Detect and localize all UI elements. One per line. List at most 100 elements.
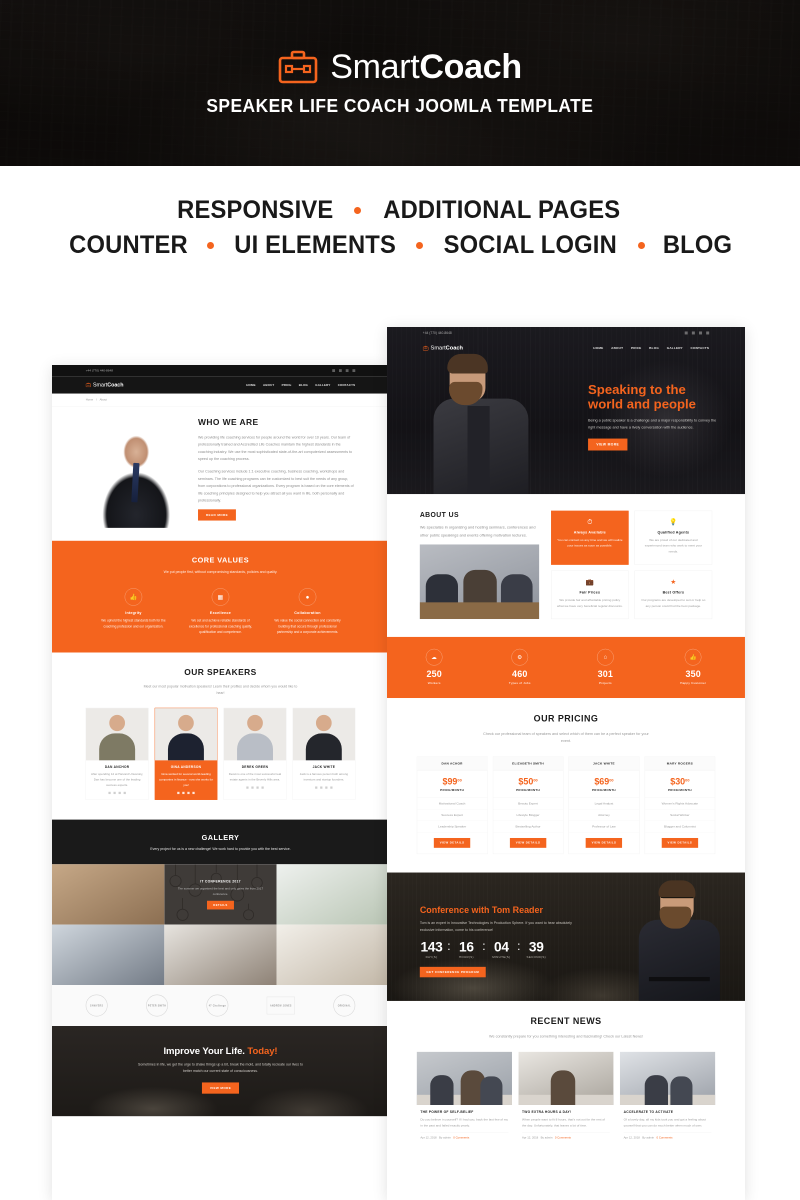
news-card[interactable]: ACCELERATE TO ACTIVATE Of a lovely day, …	[620, 1051, 716, 1143]
about-feature-card-best-offers[interactable]: ★ Best Offers Our programs are developed…	[634, 570, 713, 620]
gallery-item[interactable]	[52, 864, 165, 925]
who-we-are-paragraph-1: We providing life coaching services for …	[198, 434, 353, 462]
topbar-social-links[interactable]	[684, 331, 710, 335]
feature-responsive: RESPONSIVE	[177, 196, 334, 224]
speaker-social-links[interactable]	[228, 786, 282, 789]
nav-item-about[interactable]: ABOUT	[263, 383, 274, 386]
breadcrumb-about: About	[99, 398, 107, 402]
nav-item-contacts[interactable]: CONTACTS	[691, 346, 710, 350]
briefcase-icon	[278, 50, 318, 83]
facebook-icon[interactable]	[684, 331, 688, 335]
news-author: By admin	[439, 1136, 451, 1140]
speaker-card[interactable]: DAN ANCHOR After spending 12 at Harvard …	[85, 707, 149, 801]
nav-item-price[interactable]: PRICE	[631, 346, 641, 350]
counter-value: 350	[685, 669, 701, 679]
cta-view-more-button[interactable]: VIEW MORE	[201, 1082, 239, 1094]
pricing-view-details-button[interactable]: VIEW DETAILS	[585, 837, 623, 848]
briefcase-icon	[422, 345, 429, 351]
read-more-button[interactable]: READ MORE	[198, 509, 236, 521]
speaker-social-links[interactable]	[90, 791, 144, 795]
instagram-icon[interactable]	[352, 369, 356, 373]
topbar-social-links[interactable]	[332, 369, 356, 373]
core-value-text: We set and achieve reliable standards of…	[189, 618, 252, 635]
gallery-details-button[interactable]: DETAILS	[207, 900, 234, 910]
speaker-name: DEREK GREEN	[241, 765, 269, 769]
news-comments[interactable]: 0 Comments	[453, 1136, 469, 1139]
news-comments[interactable]: 0 Comments	[656, 1136, 672, 1139]
pricing-card[interactable]: ELIZABETH SMITH $5000 PRICE/MONTH Beauty…	[492, 756, 564, 854]
pricing-feature: Legal Analyst	[568, 798, 639, 810]
hero-view-more-button[interactable]: VIEW MORE	[588, 438, 628, 451]
breadcrumb-home[interactable]: Home	[86, 398, 93, 401]
google-plus-icon[interactable]	[345, 369, 349, 373]
news-date: Apr 12, 2018	[522, 1136, 539, 1140]
gallery-item[interactable]	[164, 924, 277, 986]
nav-item-gallery[interactable]: GALLERY	[667, 346, 683, 350]
speaker-card[interactable]: DEREK GREEN Derek is one of the most suc…	[223, 707, 287, 801]
speaker-social-links[interactable]	[297, 786, 351, 789]
pricing-card[interactable]: JACK WHITE $6900 PRICE/MONTH Legal Analy…	[568, 756, 640, 854]
preview-screenshot-home-page[interactable]: +44 (770) 440-8648 SmartCoach HOME ABOUT…	[387, 327, 745, 1200]
pricing-card[interactable]: DAN ACHOR $9900 PRICE/MONTH Motivational…	[416, 756, 488, 854]
partners-logos: SAWYERS PETER SMITH 47 Challenge ANDREW …	[52, 985, 389, 1027]
topbar-phone[interactable]: +44 (770) 440-8648	[86, 369, 113, 372]
topbar-phone[interactable]: +44 (770) 440-8648	[423, 331, 452, 335]
speaker-name: GINA ANDERSON	[170, 765, 202, 769]
gallery-item-overlay[interactable]: IT CONFERENCE 2017 The summer we organiz…	[164, 864, 277, 925]
about-feature-card-always-available[interactable]: ⏱ Always Available You can contact us an…	[551, 510, 629, 565]
speaker-social-links[interactable]	[159, 791, 213, 795]
gallery-item[interactable]	[276, 924, 389, 986]
breadcrumb-separator: /	[95, 398, 97, 402]
nav-item-blog[interactable]: BLOG	[649, 346, 659, 350]
google-plus-icon[interactable]	[699, 331, 703, 335]
facebook-icon[interactable]	[332, 369, 336, 373]
counter-label: Happy Customer	[680, 681, 707, 685]
gallery-overlay-text: The summer we organized the best and onl…	[177, 887, 264, 896]
navbar-logo[interactable]: SmartCoach	[85, 382, 124, 388]
navbar-logo[interactable]: SmartCoach	[422, 345, 463, 352]
pricing-view-details-button[interactable]: VIEW DETAILS	[509, 837, 547, 848]
core-values-subtitle: We put people first, without compromisin…	[163, 569, 278, 574]
pricing-view-details-button[interactable]: VIEW DETAILS	[661, 837, 699, 848]
speaker-card[interactable]: GINA ANDERSON Gina worked for several wo…	[154, 707, 218, 801]
pricing-card[interactable]: MARY ROGERS $3000 PRICE/MONTH Women's Ri…	[644, 756, 716, 854]
nav-item-price[interactable]: PRICE	[282, 383, 292, 386]
news-card[interactable]: THE POWER OF SELF-BELIEF Do you believe …	[416, 1051, 512, 1143]
news-title[interactable]: THE POWER OF SELF-BELIEF	[420, 1110, 508, 1114]
nav-item-gallery[interactable]: GALLERY	[315, 383, 330, 386]
nav-item-about[interactable]: ABOUT	[611, 346, 623, 350]
about-feature-card-fair-prices[interactable]: 💼 Fair Prices We provide fair and afford…	[551, 570, 629, 620]
gallery-item[interactable]	[276, 864, 389, 925]
hero-banner: SmartCoach SPEAKER LIFE COACH JOOMLA TEM…	[0, 0, 800, 166]
pricing-view-details-button[interactable]: VIEW DETAILS	[433, 837, 471, 848]
pricing-feature: Success Expert	[417, 809, 488, 821]
counter-workers: ☁ 250 Workers	[425, 648, 443, 685]
countdown-program-button[interactable]: GET CONFERENCE PROGRAM	[419, 966, 486, 978]
nav-item-home[interactable]: HOME	[593, 346, 603, 350]
countdown-text: Tom is an expert in Innovative Technolog…	[419, 920, 572, 932]
nav-item-contacts[interactable]: CONTACTS	[338, 383, 356, 386]
news-title[interactable]: ACCELERATE TO ACTIVATE	[624, 1110, 712, 1114]
navbar-menu[interactable]: HOME ABOUT PRICE BLOG GALLERY CONTACTS	[593, 346, 709, 350]
site-navbar: SmartCoach HOME ABOUT PRICE BLOG GALLERY…	[52, 376, 389, 394]
about-feature-title: Qualified Agents	[657, 530, 690, 535]
nav-item-home[interactable]: HOME	[246, 383, 256, 386]
instagram-icon[interactable]	[706, 331, 710, 335]
speaker-card[interactable]: JACK WHITE Jack is a famous person both …	[292, 707, 356, 801]
nav-item-blog[interactable]: BLOG	[299, 383, 308, 386]
countdown-label: MINUTE(S)	[492, 955, 511, 960]
twitter-icon[interactable]	[691, 331, 695, 335]
gallery-item[interactable]	[52, 924, 165, 986]
who-we-are-section: WHO WE ARE We providing life coaching se…	[52, 407, 389, 528]
news-card[interactable]: TWO EXTRA HOURS A DAY! When people want …	[518, 1051, 614, 1143]
navbar-menu[interactable]: HOME ABOUT PRICE BLOG GALLERY CONTACTS	[246, 383, 355, 386]
preview-screenshot-about-page[interactable]: +44 (770) 440-8648 SmartCoach HOME ABOUT	[52, 365, 389, 1200]
news-title[interactable]: TWO EXTRA HOURS A DAY!	[522, 1110, 610, 1114]
twitter-icon[interactable]	[338, 369, 342, 373]
about-feature-card-qualified-agents[interactable]: 💡 Qualified Agents We are proud of our d…	[634, 510, 713, 565]
about-feature-title: Always Available	[573, 530, 606, 535]
counter-value: 301	[597, 669, 614, 679]
news-comments[interactable]: 0 Comments	[555, 1136, 571, 1139]
countdown-title-accent: Tom Reader	[491, 905, 543, 916]
countdown-label: DAY(S)	[425, 955, 438, 960]
